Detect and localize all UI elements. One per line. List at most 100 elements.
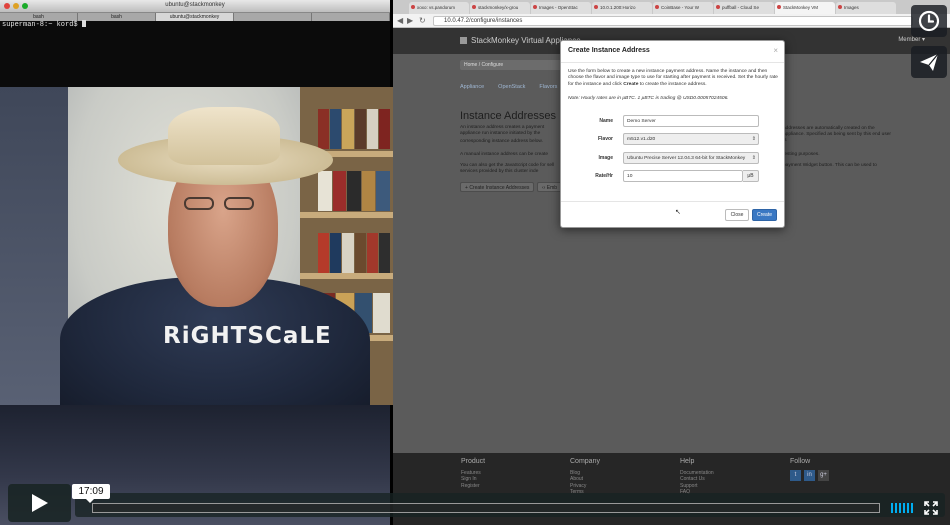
- google-plus-icon[interactable]: g+: [818, 469, 829, 481]
- modal-header: Create Instance Address ×: [561, 41, 784, 63]
- name-label: Name: [599, 118, 613, 124]
- terminal-tab[interactable]: [312, 13, 390, 21]
- progress-bar[interactable]: [92, 503, 880, 513]
- description-text: to create the instance address.: [638, 81, 707, 87]
- terminal-tab[interactable]: [234, 13, 312, 21]
- volume-bar: [895, 503, 897, 513]
- shelf-board: [300, 212, 393, 218]
- browser-tab[interactable]: CoinBase - Your W: [653, 2, 713, 14]
- modal-description: Use the form below to create a new insta…: [568, 69, 780, 88]
- footer-heading: Help: [680, 458, 695, 465]
- books: [318, 109, 391, 149]
- name-input[interactable]: Demo Server: [623, 115, 759, 127]
- note-text: Hourly rates are in μBTC. 1 μBTC is trad…: [579, 96, 729, 101]
- create-instance-address-modal[interactable]: Create Instance Address × Use the form b…: [560, 40, 785, 228]
- page-paragraph: A manual instance address can be create: [460, 152, 548, 157]
- rate-row: Rate/Hr 10 μB: [561, 170, 786, 182]
- fullscreen-icon[interactable]: [924, 501, 938, 515]
- terminal-tab[interactable]: ubuntu@stackmonkey: [156, 13, 234, 21]
- sub-navigation[interactable]: Appliance OpenStack Flavors: [460, 84, 557, 90]
- browser-tab[interactable]: stackmonkey/x-grou: [470, 2, 530, 14]
- linkedin-icon[interactable]: in: [804, 469, 815, 481]
- embed-button[interactable]: ‹› Emb: [537, 182, 563, 192]
- browser-tab[interactable]: Images - OpenStac: [531, 2, 591, 14]
- create-addresses-button[interactable]: + Create Instance Addresses: [460, 182, 535, 192]
- page-paragraph: testing purposes.: [783, 152, 820, 157]
- page-paragraph: You can also get the JavaScript code for…: [460, 163, 555, 174]
- clock-icon: [918, 10, 940, 32]
- close-icon[interactable]: ×: [773, 46, 778, 55]
- volume-bar: [903, 503, 905, 513]
- paper-plane-icon: [920, 53, 939, 71]
- note-label: Note:: [568, 96, 580, 101]
- play-button[interactable]: [8, 484, 71, 522]
- select-arrows-icon: ⇕: [751, 136, 756, 142]
- page-title: Instance Addresses: [460, 110, 557, 122]
- browser-tab[interactable]: 10.0.1.200:Horizo: [592, 2, 652, 14]
- forward-icon[interactable]: ▶: [407, 16, 413, 25]
- page-paragraph: corresponding instance address below.: [460, 139, 543, 144]
- image-label: Image: [598, 155, 613, 161]
- create-button[interactable]: Create: [752, 209, 777, 221]
- glasses-icon: [180, 197, 262, 211]
- modal-title: Create Instance Address: [568, 47, 650, 54]
- volume-bar: [911, 503, 913, 513]
- watch-later-button[interactable]: [911, 5, 947, 37]
- browser-tabstrip[interactable]: xoxo: vs.pandorum stackmonkey/x-grou Ima…: [393, 0, 950, 14]
- volume-control[interactable]: [891, 503, 913, 513]
- browser-tab[interactable]: puffball - Cloud Se: [714, 2, 774, 14]
- terminal-prompt[interactable]: superman-8:~ kord$: [2, 20, 86, 29]
- cowboy-hat-icon: [168, 107, 280, 165]
- page-paragraph: addresses are automatically created on t…: [783, 126, 892, 143]
- webcam-video: RiGHTSCaLE: [0, 87, 393, 405]
- back-icon[interactable]: ◀: [397, 16, 403, 25]
- time-tooltip: 17:09: [72, 484, 110, 503]
- flavor-row: Flavor m512.v1.d20 ⇕: [561, 133, 786, 145]
- play-icon: [32, 494, 48, 512]
- close-button[interactable]: Close: [725, 209, 749, 221]
- books: [318, 233, 391, 273]
- mouse-pointer-icon: ↖: [675, 209, 681, 216]
- image-select[interactable]: Ubuntu Precise Server 12.04.3 64-bit for…: [623, 152, 759, 164]
- prompt-text: superman-8:~ kord$: [2, 21, 82, 29]
- volume-bar: [891, 503, 893, 513]
- shirt-logo: RiGHTSCaLE: [163, 323, 332, 349]
- address-bar[interactable]: 10.0.47.2/configure/instances: [433, 16, 913, 26]
- text-cursor: [81, 20, 86, 27]
- terminal-title: ubuntu@stackmonkey: [165, 2, 225, 8]
- flavor-selected-value: m512.v1.d20: [627, 137, 656, 142]
- twitter-icon[interactable]: t: [790, 469, 801, 481]
- modal-divider: [561, 201, 784, 202]
- reload-icon[interactable]: ↻: [419, 16, 426, 25]
- browser-tab[interactable]: xoxo: vs.pandorum: [409, 2, 469, 14]
- footer-heading: Company: [570, 458, 600, 465]
- member-menu[interactable]: Member ▾: [898, 36, 925, 43]
- volume-bar: [899, 503, 901, 513]
- rate-unit: μB: [743, 170, 759, 182]
- browser-tab[interactable]: Images: [836, 2, 896, 14]
- books: [318, 171, 390, 211]
- shelf-board: [300, 273, 393, 279]
- select-arrows-icon: ⇕: [751, 155, 756, 161]
- modal-note: Note: Hourly rates are in μBTC. 1 μBTC i…: [568, 96, 780, 101]
- browser-toolbar[interactable]: ◀ ▶ ↻ 10.0.47.2/configure/instances ☆ ≡: [393, 14, 950, 28]
- button-label: Create Instance Addresses: [469, 185, 530, 191]
- terminal-titlebar[interactable]: ubuntu@stackmonkey: [0, 0, 390, 13]
- social-icons: t in g+: [790, 469, 829, 481]
- terminal-tab[interactable]: bash: [78, 13, 156, 21]
- webcam-door: [0, 87, 68, 405]
- footer-heading: Follow: [790, 458, 811, 465]
- button-label: Emb: [546, 185, 558, 191]
- flavor-select[interactable]: m512.v1.d20 ⇕: [623, 133, 759, 145]
- image-selected-value: Ubuntu Precise Server 12.04.3 64-bit for…: [627, 156, 746, 161]
- volume-bar: [907, 503, 909, 513]
- subnav-appliance[interactable]: Appliance: [460, 84, 484, 90]
- page-paragraph: payment Widget button. This can be used …: [783, 163, 877, 168]
- footer-heading: Product: [461, 458, 486, 465]
- name-row: Name Demo Server: [561, 115, 786, 127]
- subnav-openstack[interactable]: OpenStack: [498, 84, 525, 90]
- browser-tab-active[interactable]: StackMonkey VM: [775, 2, 835, 14]
- rate-input[interactable]: 10: [623, 170, 743, 182]
- share-button[interactable]: [911, 46, 947, 78]
- subnav-flavors[interactable]: Flavors: [539, 84, 557, 90]
